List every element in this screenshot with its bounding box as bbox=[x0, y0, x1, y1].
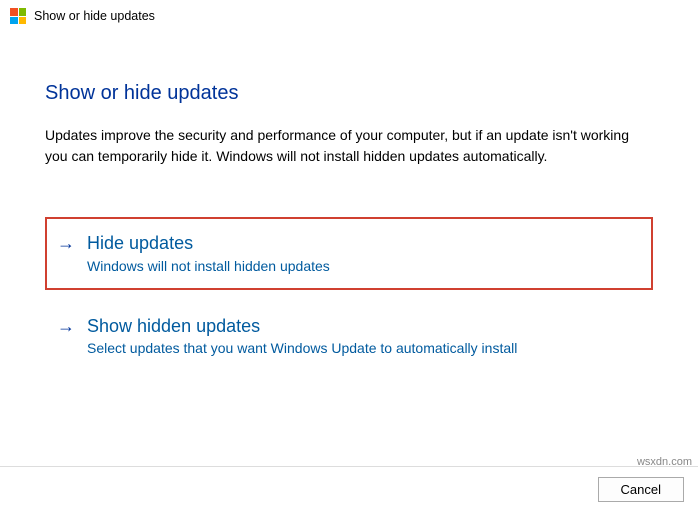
option-hide-updates[interactable]: → Hide updates Windows will not install … bbox=[45, 217, 653, 290]
page-title: Show or hide updates bbox=[45, 82, 653, 105]
main-content: Show or hide updates Updates improve the… bbox=[0, 32, 698, 366]
option-title: Hide updates bbox=[87, 233, 646, 255]
arrow-right-icon: → bbox=[57, 233, 75, 255]
footer: Cancel bbox=[0, 466, 698, 512]
window-title: Show or hide updates bbox=[34, 9, 155, 23]
option-desc: Windows will not install hidden updates bbox=[87, 258, 646, 274]
titlebar: Show or hide updates bbox=[0, 0, 698, 32]
windows-logo-icon bbox=[10, 8, 26, 24]
option-desc: Select updates that you want Windows Upd… bbox=[87, 340, 648, 356]
arrow-right-icon: → bbox=[57, 316, 75, 338]
cancel-button[interactable]: Cancel bbox=[598, 477, 684, 502]
option-title: Show hidden updates bbox=[87, 316, 648, 338]
page-description: Updates improve the security and perform… bbox=[45, 125, 653, 167]
option-text: Hide updates Windows will not install hi… bbox=[87, 233, 646, 274]
option-show-hidden-updates[interactable]: → Show hidden updates Select updates tha… bbox=[45, 306, 653, 367]
option-text: Show hidden updates Select updates that … bbox=[87, 316, 648, 357]
